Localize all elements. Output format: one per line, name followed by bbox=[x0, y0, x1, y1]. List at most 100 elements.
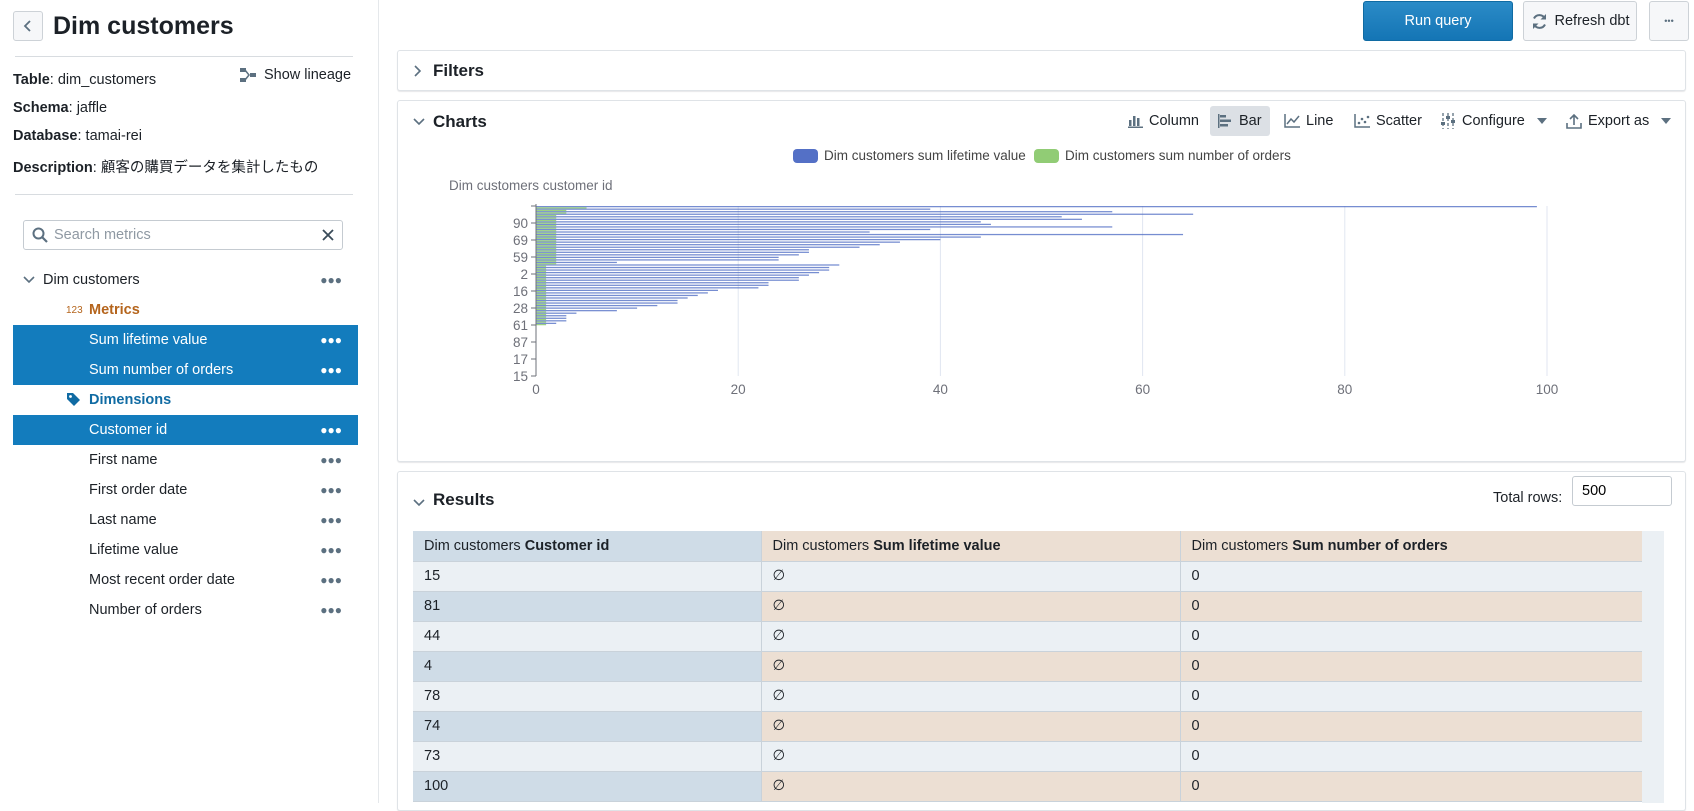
tree-item-dimension[interactable]: Lifetime value ●●● bbox=[13, 535, 358, 565]
item-more-icon[interactable]: ●●● bbox=[320, 543, 342, 557]
cell-sum-lifetime-value[interactable]: ∅ bbox=[761, 771, 1181, 802]
search-metrics-input[interactable] bbox=[54, 227, 322, 243]
run-query-label: Run query bbox=[1404, 13, 1472, 29]
tree-item-label: First name bbox=[89, 452, 158, 468]
item-more-icon[interactable]: ●●● bbox=[320, 333, 342, 347]
column-name: Sum number of orders bbox=[1292, 537, 1448, 554]
cell-sum-number-of-orders[interactable]: 0 bbox=[1180, 741, 1643, 772]
table-row[interactable]: 4 ∅ 0 bbox=[413, 651, 1643, 682]
cell-customer-id[interactable]: 81 bbox=[413, 591, 762, 622]
table-row[interactable]: 73 ∅ 0 bbox=[413, 741, 1643, 772]
cell-sum-lifetime-value[interactable]: ∅ bbox=[761, 711, 1181, 742]
cell-sum-number-of-orders[interactable]: 0 bbox=[1180, 681, 1643, 712]
chevron-down-icon[interactable] bbox=[413, 499, 425, 507]
cell-customer-id[interactable]: 74 bbox=[413, 711, 762, 742]
cell-sum-number-of-orders[interactable]: 0 bbox=[1180, 771, 1643, 802]
chart-type-scatter-button[interactable]: Scatter bbox=[1346, 106, 1430, 136]
cell-customer-id[interactable]: 15 bbox=[413, 561, 762, 592]
item-more-icon[interactable]: ●●● bbox=[320, 453, 342, 467]
tree-table-dim-customers[interactable]: Dim customers ●●● bbox=[13, 265, 358, 295]
column-header-sum-number-of-orders[interactable]: Dim customers Sum number of orders bbox=[1180, 531, 1643, 562]
cell-sum-number-of-orders[interactable]: 0 bbox=[1180, 591, 1643, 622]
cell-sum-number-of-orders[interactable]: 0 bbox=[1180, 651, 1643, 682]
description-value: 顧客の購買データを集計したもの bbox=[100, 160, 319, 176]
cell-sum-lifetime-value[interactable]: ∅ bbox=[761, 561, 1181, 592]
back-button[interactable] bbox=[13, 11, 43, 41]
run-query-button[interactable]: Run query bbox=[1363, 1, 1513, 41]
configure-dropdown[interactable]: Configure bbox=[1432, 106, 1555, 136]
cell-sum-number-of-orders[interactable]: 0 bbox=[1180, 561, 1643, 592]
cell-sum-number-of-orders[interactable]: 0 bbox=[1180, 711, 1643, 742]
chart-type-line-button[interactable]: Line bbox=[1276, 106, 1341, 136]
tree-item-metric[interactable]: Sum lifetime value ●●● bbox=[13, 325, 358, 355]
results-table: Dim customers Customer id Dim customers … bbox=[413, 531, 1643, 802]
cell-customer-id[interactable]: 44 bbox=[413, 621, 762, 652]
chevron-left-icon bbox=[23, 20, 31, 32]
tree-item-dimension[interactable]: First order date ●●● bbox=[13, 475, 358, 505]
item-more-icon[interactable]: ●●● bbox=[320, 363, 342, 377]
tree-item-dimension[interactable]: First name ●●● bbox=[13, 445, 358, 475]
table-row[interactable]: 100 ∅ 0 bbox=[413, 771, 1643, 802]
description-label: Description bbox=[13, 160, 93, 176]
column-name: Sum lifetime value bbox=[873, 537, 1001, 554]
item-more-icon[interactable]: ●●● bbox=[320, 483, 342, 497]
cell-sum-lifetime-value[interactable]: ∅ bbox=[761, 681, 1181, 712]
table-header-row: Dim customers Customer id Dim customers … bbox=[413, 531, 1643, 562]
show-lineage-button[interactable]: Show lineage bbox=[240, 67, 351, 83]
legend-item-lifetime-value[interactable]: Dim customers sum lifetime value bbox=[793, 148, 1026, 163]
filters-card[interactable]: Filters bbox=[397, 50, 1686, 91]
export-label: Export as bbox=[1588, 113, 1650, 129]
cell-customer-id[interactable]: 78 bbox=[413, 681, 762, 712]
table-row[interactable]: 44 ∅ 0 bbox=[413, 621, 1643, 652]
results-title: Results bbox=[433, 490, 495, 509]
chevron-down-icon bbox=[23, 276, 35, 284]
refresh-dbt-button[interactable]: Refresh dbt bbox=[1523, 1, 1637, 41]
table-row[interactable]: 15 ∅ 0 bbox=[413, 561, 1643, 592]
table-row[interactable]: 74 ∅ 0 bbox=[413, 711, 1643, 742]
chart-type-bar-button[interactable]: Bar bbox=[1210, 106, 1270, 136]
tree-item-dimension[interactable]: Last name ●●● bbox=[13, 505, 358, 535]
page-title: Dim customers bbox=[53, 12, 234, 40]
column-header-customer-id[interactable]: Dim customers Customer id bbox=[413, 531, 762, 562]
total-rows-input[interactable] bbox=[1572, 476, 1672, 506]
table-row[interactable]: 78 ∅ 0 bbox=[413, 681, 1643, 712]
cell-customer-id[interactable]: 100 bbox=[413, 771, 762, 802]
tree-item-metric[interactable]: Sum number of orders ●●● bbox=[13, 355, 358, 385]
refresh-icon bbox=[1532, 13, 1546, 29]
more-options-button[interactable]: ••• bbox=[1649, 1, 1689, 41]
item-more-icon[interactable]: ●●● bbox=[320, 423, 342, 437]
tree-item-label: Sum number of orders bbox=[89, 362, 234, 378]
item-more-icon[interactable]: ●●● bbox=[320, 513, 342, 527]
table-more-icon[interactable]: ●●● bbox=[320, 273, 342, 287]
table-row[interactable]: 81 ∅ 0 bbox=[413, 591, 1643, 622]
column-header-sum-lifetime-value[interactable]: Dim customers Sum lifetime value bbox=[761, 531, 1181, 562]
database-meta: Database: tamai-rei bbox=[13, 128, 142, 144]
cell-sum-lifetime-value[interactable]: ∅ bbox=[761, 621, 1181, 652]
scatter-chart-icon bbox=[1354, 114, 1370, 128]
bar-label: Bar bbox=[1239, 113, 1262, 129]
chevron-down-icon[interactable] bbox=[413, 118, 425, 126]
export-as-dropdown[interactable]: Export as bbox=[1558, 106, 1679, 136]
tree-item-dimension[interactable]: Number of orders ●●● bbox=[13, 595, 358, 625]
tree-item-label: Most recent order date bbox=[89, 572, 235, 588]
tree-item-dimension[interactable]: Customer id ●●● bbox=[13, 415, 358, 445]
legend-item-number-of-orders[interactable]: Dim customers sum number of orders bbox=[1034, 148, 1291, 163]
cell-sum-lifetime-value[interactable]: ∅ bbox=[761, 651, 1181, 682]
chart-type-column-button[interactable]: Column bbox=[1120, 106, 1207, 136]
tree-item-dimension[interactable]: Most recent order date ●●● bbox=[13, 565, 358, 595]
table-meta: Table: dim_customers bbox=[13, 72, 157, 88]
description-meta: Description: 顧客の購買データを集計したもの bbox=[13, 160, 319, 176]
item-more-icon[interactable]: ●●● bbox=[320, 603, 342, 617]
cell-sum-lifetime-value[interactable]: ∅ bbox=[761, 591, 1181, 622]
cell-sum-lifetime-value[interactable]: ∅ bbox=[761, 741, 1181, 772]
search-icon bbox=[32, 227, 48, 243]
cell-sum-number-of-orders[interactable]: 0 bbox=[1180, 621, 1643, 652]
clear-search-icon[interactable] bbox=[322, 229, 334, 241]
search-metrics-field[interactable] bbox=[23, 220, 343, 250]
item-more-icon[interactable]: ●●● bbox=[320, 573, 342, 587]
tree-group-metrics: 123 Metrics bbox=[13, 295, 358, 325]
tree-table-label: Dim customers bbox=[43, 272, 140, 288]
column-prefix: Dim customers bbox=[772, 537, 874, 554]
cell-customer-id[interactable]: 73 bbox=[413, 741, 762, 772]
cell-customer-id[interactable]: 4 bbox=[413, 651, 762, 682]
